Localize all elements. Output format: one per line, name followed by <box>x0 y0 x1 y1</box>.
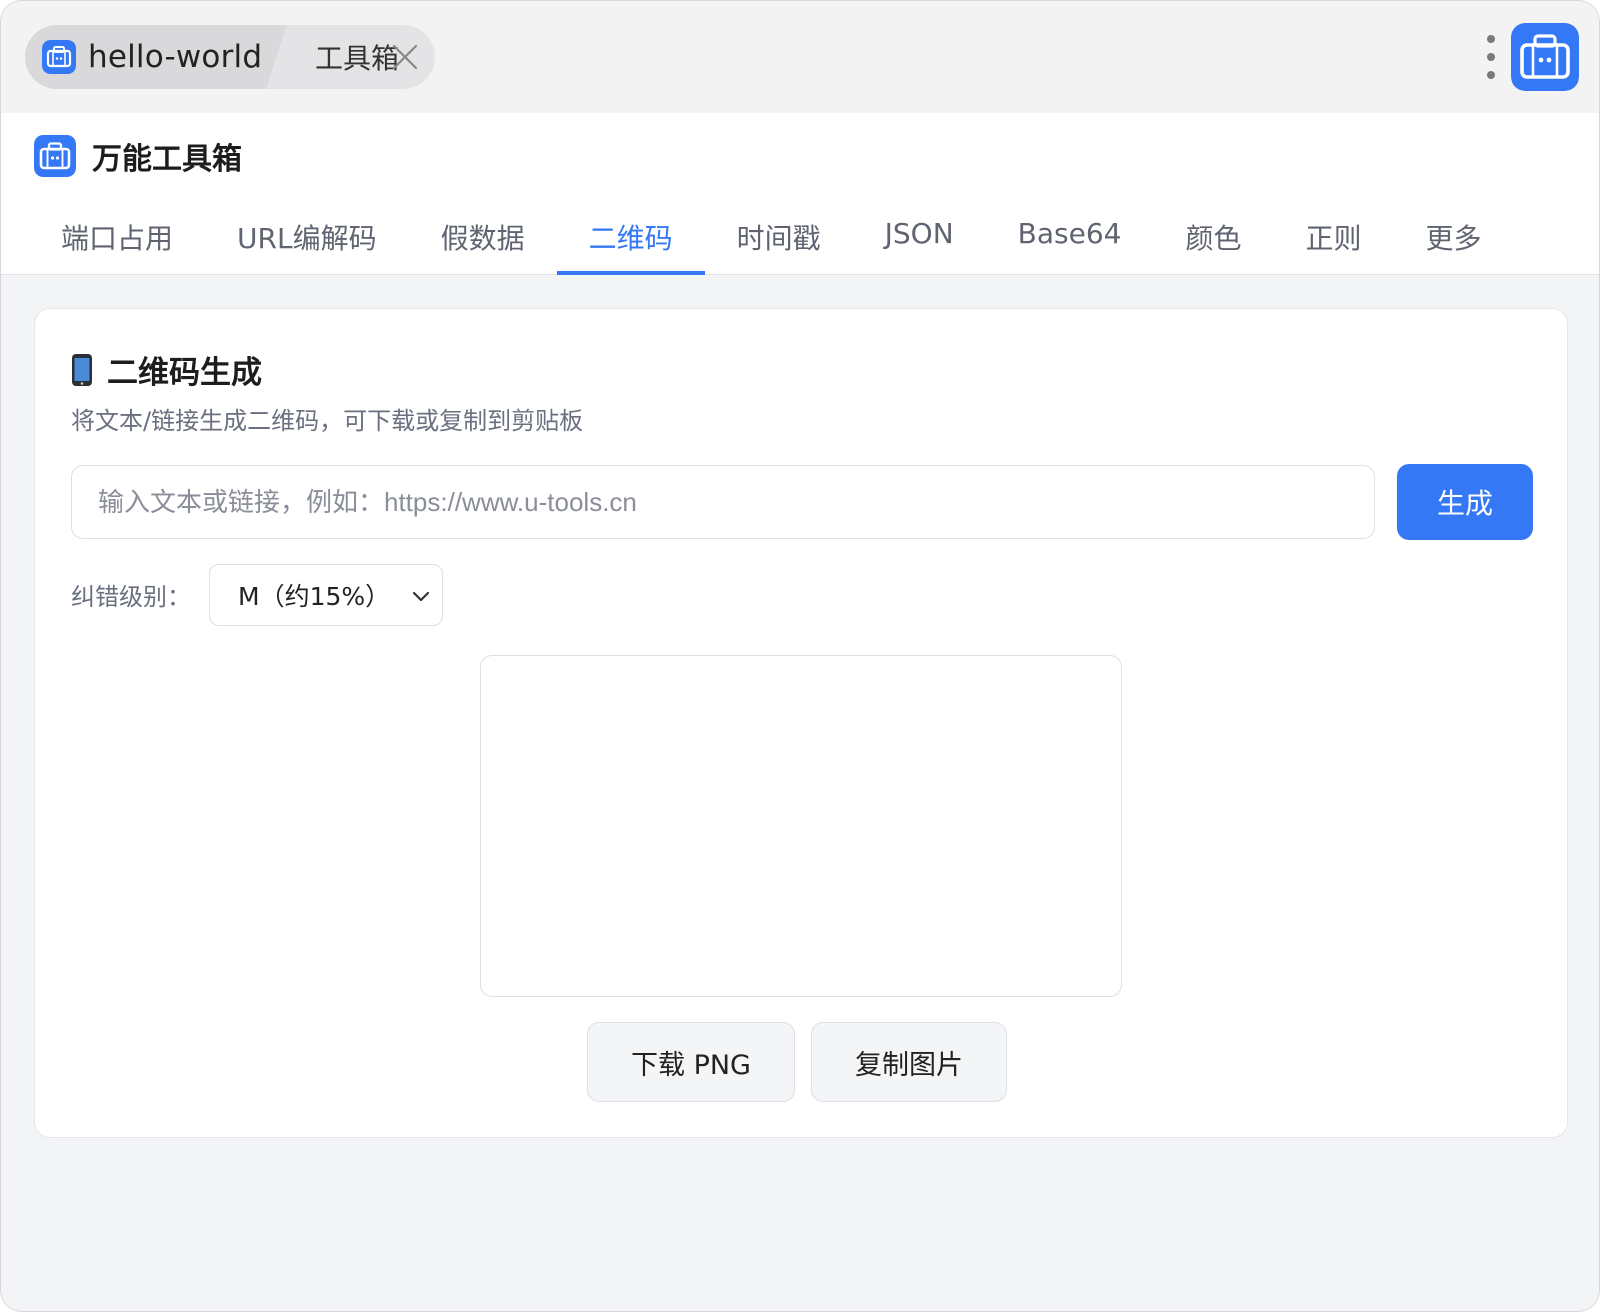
more-vertical-icon[interactable] <box>1483 33 1499 81</box>
error-level-select[interactable]: M（约15%） <box>209 564 443 626</box>
toolbox-icon[interactable] <box>1511 23 1579 91</box>
app-header: 万能工具箱 端口占用 URL编解码 假数据 二维码 时间戳 JSON Base6… <box>1 113 1599 275</box>
app-window: hello-world 工具箱 万能工具箱 端口占用 URL编解码 假数据 二维… <box>0 0 1600 1312</box>
tab-label: hello-world <box>88 39 263 75</box>
tab-fake-data[interactable]: 假数据 <box>409 203 557 275</box>
toolbox-icon <box>42 40 76 74</box>
close-icon[interactable] <box>389 41 421 73</box>
tab-url-codec[interactable]: URL编解码 <box>205 203 409 275</box>
error-level-value: M（约15%） <box>238 582 391 611</box>
tab-json[interactable]: JSON <box>853 203 986 275</box>
window-chrome: hello-world 工具箱 <box>1 1 1599 113</box>
qr-generator-card: 二维码生成 将文本/链接生成二维码，可下载或复制到剪贴板 生成 纠错级别： M（… <box>34 308 1568 1138</box>
copy-image-button[interactable]: 复制图片 <box>811 1022 1007 1102</box>
tab-qrcode[interactable]: 二维码 <box>556 203 705 275</box>
tab-hello-world[interactable]: hello-world <box>25 25 287 89</box>
download-png-button[interactable]: 下载 PNG <box>587 1022 795 1102</box>
tab-label: 工具箱 <box>315 42 400 75</box>
error-level-label: 纠错级别： <box>71 583 191 611</box>
brand: 万能工具箱 <box>34 134 242 178</box>
brand-title: 万能工具箱 <box>92 142 242 177</box>
qr-text-input[interactable] <box>71 465 1375 539</box>
tab-timestamp[interactable]: 时间戳 <box>705 203 853 275</box>
chevron-down-icon <box>412 591 430 602</box>
tab-base64[interactable]: Base64 <box>986 203 1154 275</box>
card-title: 二维码生成 <box>71 347 262 392</box>
tab-color[interactable]: 颜色 <box>1153 203 1273 275</box>
tool-tabs: 端口占用 URL编解码 假数据 二维码 时间戳 JSON Base64 颜色 正… <box>29 203 1514 275</box>
qr-preview-area <box>480 655 1122 997</box>
card-description: 将文本/链接生成二维码，可下载或复制到剪贴板 <box>71 407 584 435</box>
tab-regex[interactable]: 正则 <box>1273 203 1393 275</box>
tab-strip: hello-world 工具箱 <box>25 25 435 89</box>
tab-port[interactable]: 端口占用 <box>29 203 205 275</box>
phone-icon <box>72 353 92 386</box>
tab-more[interactable]: 更多 <box>1393 203 1513 275</box>
generate-button[interactable]: 生成 <box>1397 464 1533 540</box>
card-title-text: 二维码生成 <box>107 355 262 391</box>
toolbox-icon <box>34 135 76 177</box>
